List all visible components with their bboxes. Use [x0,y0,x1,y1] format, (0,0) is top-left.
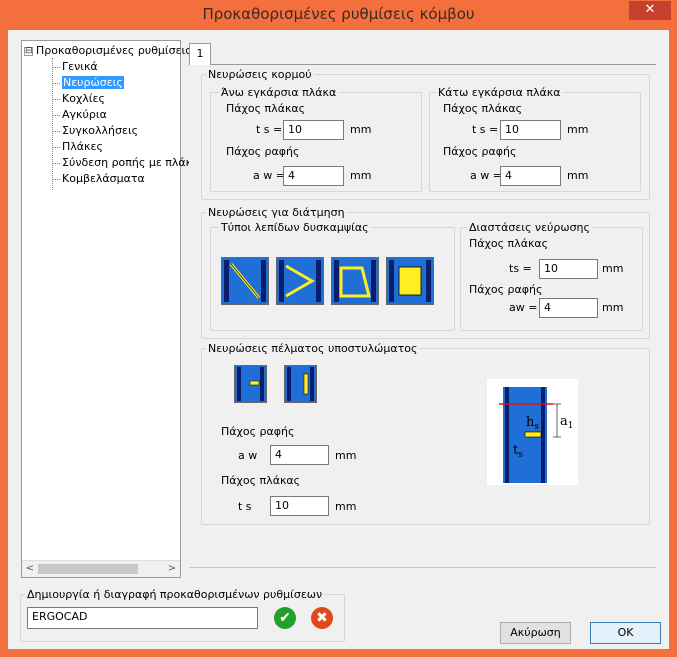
tree-item-plates[interactable]: Πλάκες [52,140,103,154]
stiffener-diagonal-button[interactable] [221,257,269,305]
upper-aw-unit: mm [350,169,372,182]
dims-ts-input[interactable]: 10 [539,259,598,279]
stiffener-plate-button[interactable] [386,257,434,305]
lower-weld-thk-label: Πάχος ραφής [443,145,517,158]
tree-connector [52,58,53,190]
stiffener-types-title: Τύποι λεπίδων δυσκαμψίας [219,221,371,234]
panel-separator [189,567,656,568]
tree-item-ribs[interactable]: Νευρώσεις [52,76,124,90]
base-aw-input[interactable]: 4 [270,445,329,465]
lower-aw-input[interactable]: 4 [500,166,561,186]
lower-plate-title: Κάτω εγκάρσια πλάκα [436,86,563,99]
ok-button[interactable]: OK [590,622,661,644]
column-base-ribs-group: Νευρώσεις πέλματος υποστυλώματος Πάχος ρ… [201,342,650,525]
dims-aw-unit: mm [602,301,624,314]
base-ts-input[interactable]: 10 [270,496,329,516]
window-title: Προκαθορισμένες ρυθμίσεις κόμβου [202,5,475,23]
preset-name-input[interactable]: ERGOCAD [27,607,258,629]
stiffener-k-button[interactable] [276,257,324,305]
delete-preset-icon[interactable]: ✖ [311,607,333,629]
upper-ts-label: t s = [256,123,283,136]
dialog-window: Προκαθορισμένες ρυθμίσεις κόμβου ✕ ⊟ Προ… [0,0,677,657]
upper-plate-thk-label: Πάχος πλάκας [226,102,306,115]
base-aw-label: a w [238,449,258,462]
base-ts-unit: mm [335,500,357,513]
base-rib-short-icon [235,366,266,402]
scroll-left-icon[interactable]: < [24,563,36,575]
base-rib-full-icon [285,366,316,402]
settings-tree: ⊟ Προκαθορισμένες ρυθμίσεις Γενικά Νευρώ… [21,40,196,578]
lower-ts-input[interactable]: 10 [500,120,561,140]
lower-aw-unit: mm [567,169,589,182]
lower-ts-unit: mm [567,123,589,136]
scroll-thumb[interactable] [38,564,138,574]
close-button[interactable]: ✕ [629,1,671,20]
stiffener-types-group: Τύποι λεπίδων δυσκαμψίας [210,221,455,331]
collapse-icon[interactable]: ⊟ [24,47,33,56]
upper-ts-unit: mm [350,123,372,136]
dims-plate-thk-label: Πάχος πλάκας [469,237,549,250]
column-base-ribs-title: Νευρώσεις πέλματος υποστυλώματος [206,342,420,355]
lower-ts-label: t s = [472,123,499,136]
stiffener-diagonal-icon [222,258,268,304]
web-ribs-group: Νευρώσεις κορμού Άνω εγκάρσια πλάκα Πάχο… [201,68,650,200]
shear-ribs-title: Νευρώσεις για διάτμηση [206,206,347,219]
upper-plate-group: Άνω εγκάρσια πλάκα Πάχος πλάκας t s = 10… [210,86,422,192]
tree-item-welds[interactable]: Συγκολλήσεις [51,124,138,138]
web-ribs-title: Νευρώσεις κορμού [206,68,314,81]
scroll-right-icon[interactable]: > [166,563,178,575]
upper-aw-input[interactable]: 4 [283,166,344,186]
stiffener-k-icon [277,258,323,304]
lower-aw-label: a w = [470,169,502,182]
dims-aw-input[interactable]: 4 [539,298,598,318]
base-rib-short-button[interactable] [234,365,267,403]
base-rib-full-button[interactable] [284,365,317,403]
stiffener-plate-icon [387,258,433,304]
upper-weld-thk-label: Πάχος ραφής [226,145,300,158]
stiffener-trapezoid-button[interactable] [331,257,379,305]
tree-item-ribs-label: Νευρώσεις [62,76,124,89]
preset-group: Δημιουργία ή διαγραφή προκαθορισμένων ρυ… [20,588,345,642]
column-base-rib-diagram: hs a1 ts [487,379,578,485]
rib-dimensions-group: Διαστάσεις νεύρωσης Πάχος πλάκας ts = 10… [460,221,643,331]
dims-weld-thk-label: Πάχος ραφής [469,283,543,296]
tree-item-gusset-plates[interactable]: Κομβελάσματα [52,172,145,186]
apply-preset-icon[interactable]: ✔ [274,607,296,629]
tree-horizontal-scrollbar[interactable]: < > [22,560,180,577]
upper-ts-input[interactable]: 10 [283,120,344,140]
base-aw-unit: mm [335,449,357,462]
tab-panel: Νευρώσεις κορμού Άνω εγκάρσια πλάκα Πάχο… [189,65,656,571]
lower-plate-thk-label: Πάχος πλάκας [443,102,523,115]
dialog-client: ⊟ Προκαθορισμένες ρυθμίσεις Γενικά Νευρώ… [8,30,669,649]
dims-ts-label: ts = [509,262,532,275]
base-weld-thk-label: Πάχος ραφής [221,425,295,438]
stiffener-trapezoid-icon [332,258,378,304]
dims-ts-unit: mm [602,262,624,275]
dims-aw-label: aw = [509,301,538,314]
upper-aw-label: a w = [253,169,285,182]
shear-ribs-group: Νευρώσεις για διάτμηση Τύποι λεπίδων δυσ… [201,206,650,339]
upper-plate-title: Άνω εγκάρσια πλάκα [219,86,339,99]
base-plate-thk-label: Πάχος πλάκας [221,474,301,487]
rib-dimensions-title: Διαστάσεις νεύρωσης [467,221,592,234]
base-ts-label: t s [238,500,252,513]
tab-1[interactable]: 1 [189,43,211,65]
cancel-button[interactable]: Ακύρωση [500,622,571,644]
preset-title: Δημιουργία ή διαγραφή προκαθορισμένων ρυ… [25,588,325,601]
tree-item-general[interactable]: Γενικά [52,60,98,74]
tree-item-moment-connection[interactable]: Σύνδεση ροπής με πλάκι [52,156,196,170]
lower-plate-group: Κάτω εγκάρσια πλάκα Πάχος πλάκας t s = 1… [429,86,641,192]
tree-root[interactable]: Προκαθορισμένες ρυθμίσεις [36,44,192,58]
tree-item-anchors[interactable]: Αγκύρια [52,108,107,122]
tree-item-bolts[interactable]: Κοχλίες [52,92,105,106]
